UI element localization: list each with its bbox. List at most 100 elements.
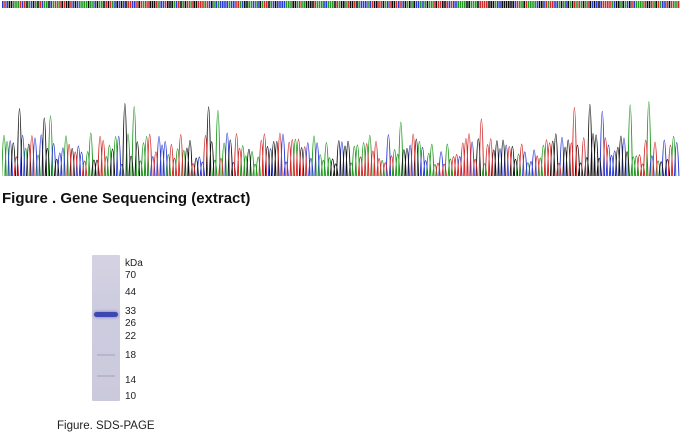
base-call-mark: [48, 1, 50, 8]
base-call-mark: [90, 1, 92, 8]
base-call-mark: [248, 1, 250, 8]
marker-label-14: 14: [125, 375, 137, 386]
base-call-mark: [494, 1, 497, 8]
base-call-mark: [134, 1, 136, 8]
base-call-mark: [354, 1, 356, 8]
base-call-mark: [477, 1, 479, 8]
base-call-mark: [8, 1, 11, 8]
base-call-mark: [173, 1, 176, 8]
base-call-mark: [613, 1, 616, 8]
base-call-mark: [536, 1, 539, 8]
base-call-mark: [17, 1, 19, 8]
base-call-mark: [574, 1, 576, 8]
base-call-mark: [604, 1, 607, 8]
base-call-mark: [389, 1, 391, 8]
base-call-mark: [358, 1, 360, 8]
base-call-mark: [651, 1, 653, 8]
base-call-mark: [444, 1, 446, 8]
base-call-mark: [224, 1, 226, 8]
base-call-mark: [611, 1, 613, 8]
base-call-mark: [270, 1, 272, 8]
base-call-mark: [673, 1, 675, 8]
base-call-mark: [15, 1, 17, 8]
sds-page-gel-lane: [92, 255, 120, 401]
base-call-mark: [565, 1, 567, 8]
base-call-mark: [65, 1, 68, 8]
marker-label-26: 26: [125, 318, 137, 329]
base-call-mark: [340, 1, 343, 8]
base-call-mark: [417, 1, 420, 8]
base-call-mark: [98, 1, 101, 8]
base-call-mark: [107, 1, 110, 8]
base-call-mark: [618, 1, 620, 8]
base-call-mark: [620, 1, 622, 8]
base-call-mark: [299, 1, 301, 8]
base-call-mark: [582, 1, 585, 8]
base-call-mark: [26, 1, 28, 8]
base-call-mark: [668, 1, 671, 8]
base-call-mark: [94, 1, 96, 8]
base-call-mark: [202, 1, 204, 8]
base-call-mark: [543, 1, 545, 8]
base-call-mark: [591, 1, 594, 8]
base-call-mark: [525, 1, 528, 8]
base-call-mark: [327, 1, 330, 8]
base-call-mark: [312, 1, 314, 8]
base-call-mark: [252, 1, 255, 8]
base-call-mark: [189, 1, 191, 8]
base-call-mark: [118, 1, 121, 8]
sequencing-chromatogram: [2, 40, 680, 180]
base-call-mark: [466, 1, 468, 8]
base-call-mark: [96, 1, 99, 8]
base-call-mark: [125, 1, 127, 8]
base-call-mark: [615, 1, 618, 8]
base-call-mark: [373, 1, 376, 8]
base-call-mark: [63, 1, 66, 8]
base-call-mark: [391, 1, 393, 8]
base-call-mark: [422, 1, 424, 8]
marker-label-22: 22: [125, 331, 137, 342]
chromatogram-trace: [10, 103, 671, 177]
base-call-mark: [567, 1, 569, 8]
base-call-mark: [492, 1, 495, 8]
base-call-mark: [120, 1, 123, 8]
base-call-mark: [72, 1, 74, 8]
base-call-mark: [85, 1, 88, 8]
base-call-mark: [514, 1, 517, 8]
base-call-mark: [556, 1, 558, 8]
base-call-mark: [448, 1, 451, 8]
base-call-mark: [442, 1, 444, 8]
base-call-mark: [28, 1, 30, 8]
base-call-mark: [569, 1, 572, 8]
base-call-mark: [426, 1, 429, 8]
base-call-mark: [296, 1, 299, 8]
base-call-mark: [488, 1, 490, 8]
marker-label-18: 18: [125, 350, 137, 361]
base-call-mark: [547, 1, 550, 8]
base-call-mark: [530, 1, 532, 8]
base-call-mark: [510, 1, 512, 8]
base-call-mark: [635, 1, 638, 8]
base-call-mark: [424, 1, 426, 8]
base-call-mark: [360, 1, 363, 8]
base-call-mark: [677, 1, 679, 8]
base-call-mark: [211, 1, 213, 8]
base-call-mark: [167, 1, 169, 8]
base-call-mark: [24, 1, 26, 8]
base-call-mark: [576, 1, 578, 8]
base-call-mark: [175, 1, 178, 8]
base-call-mark: [464, 1, 466, 8]
base-call-mark: [138, 1, 140, 8]
marker-label-10: 10: [125, 391, 137, 402]
base-call-mark: [545, 1, 547, 8]
base-call-mark: [558, 1, 561, 8]
base-call-mark: [459, 1, 462, 8]
base-call-mark: [217, 1, 220, 8]
base-call-mark: [266, 1, 268, 8]
base-call-mark: [406, 1, 409, 8]
base-call-mark: [222, 1, 224, 8]
base-call-mark: [329, 1, 332, 8]
base-call-mark: [400, 1, 402, 8]
base-call-mark: [160, 1, 162, 8]
base-call-mark: [290, 1, 292, 8]
